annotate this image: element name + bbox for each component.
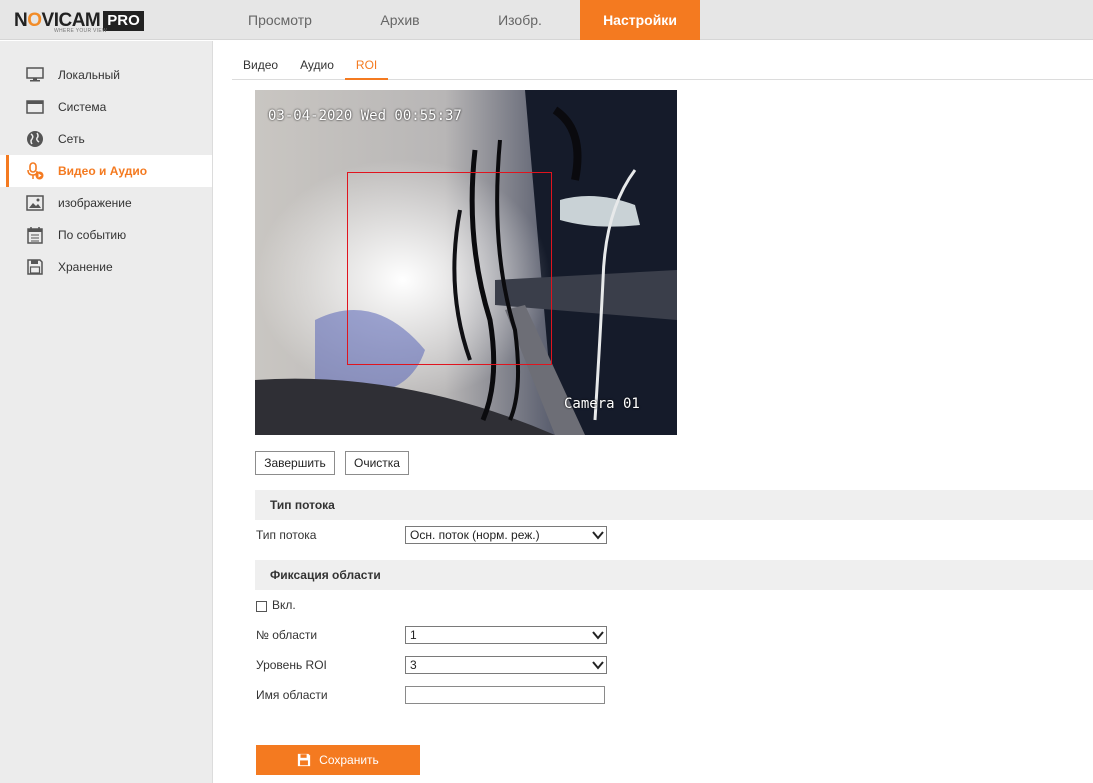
content-area: Видео Аудио ROI 03-04-2020 Wed 00:55:37 … <box>214 41 1093 783</box>
sub-tabs: Видео Аудио ROI <box>232 51 1093 80</box>
sidebar: Локальный Система Сеть Видео и Аудио изо… <box>0 41 213 783</box>
sidebar-item-system[interactable]: Система <box>0 91 212 123</box>
enable-checkbox[interactable] <box>256 601 267 612</box>
region-number-label: № области <box>256 628 318 642</box>
stream-type-label: Тип потока <box>256 528 317 542</box>
sidebar-item-local[interactable]: Локальный <box>0 59 212 91</box>
monitor-icon <box>26 66 44 84</box>
sidebar-item-event[interactable]: По событию <box>0 219 212 251</box>
enable-label: Вкл. <box>272 598 296 612</box>
nav-view[interactable]: Просмотр <box>220 0 340 40</box>
region-name-input[interactable] <box>405 686 605 704</box>
tab-roi[interactable]: ROI <box>344 51 389 80</box>
sidebar-item-label: Система <box>58 100 107 114</box>
window-icon <box>26 98 44 116</box>
tab-audio[interactable]: Аудио <box>289 51 345 79</box>
sidebar-item-label: Локальный <box>58 68 120 82</box>
top-bar: NOVICAM PRO WHERE YOUR VIEW Просмотр Арх… <box>0 0 1093 40</box>
save-button-label: Сохранить <box>319 753 379 767</box>
sidebar-item-label: Видео и Аудио <box>58 164 148 178</box>
chevron-down-icon <box>592 631 604 640</box>
nav-image[interactable]: Изобр. <box>460 0 580 40</box>
region-name-label: Имя области <box>256 688 328 702</box>
roi-level-select[interactable]: 3 <box>405 656 607 674</box>
osd-datetime: 03-04-2020 Wed 00:55:37 <box>268 108 462 124</box>
sidebar-item-label: Сеть <box>58 132 85 146</box>
region-number-select[interactable]: 1 <box>405 626 607 644</box>
floppy-icon <box>26 258 44 276</box>
novicam-logo: NOVICAM PRO WHERE YOUR VIEW <box>14 10 144 34</box>
save-button[interactable]: Сохранить <box>256 745 420 775</box>
sidebar-item-label: изображение <box>58 196 132 210</box>
video-preview[interactable]: 03-04-2020 Wed 00:55:37 Camera 01 <box>255 90 677 435</box>
tab-video[interactable]: Видео <box>232 51 289 79</box>
stream-type-value: Осн. поток (норм. реж.) <box>410 528 540 542</box>
finish-button[interactable]: Завершить <box>255 451 335 475</box>
chevron-down-icon <box>592 531 604 540</box>
stream-type-section-title: Тип потока <box>255 490 1093 520</box>
nav-archive[interactable]: Архив <box>340 0 460 40</box>
sidebar-item-network[interactable]: Сеть <box>0 123 212 155</box>
roi-level-label: Уровень ROI <box>256 658 327 672</box>
sidebar-item-label: По событию <box>58 228 127 242</box>
main-nav: Просмотр Архив Изобр. Настройки <box>220 0 700 40</box>
region-number-value: 1 <box>410 628 417 642</box>
roi-level-value: 3 <box>410 658 417 672</box>
sidebar-item-video-audio[interactable]: Видео и Аудио <box>0 155 212 187</box>
roi-region-box[interactable] <box>347 172 552 365</box>
osd-camera-name: Camera 01 <box>564 396 640 412</box>
globe-icon <box>26 130 44 148</box>
clear-button[interactable]: Очистка <box>345 451 409 475</box>
nav-settings[interactable]: Настройки <box>580 0 700 40</box>
chevron-down-icon <box>592 661 604 670</box>
sidebar-item-label: Хранение <box>58 260 113 274</box>
mic-camera-icon <box>26 162 44 180</box>
region-fix-section-title: Фиксация области <box>255 560 1093 590</box>
floppy-icon <box>298 753 311 767</box>
calendar-icon <box>26 226 44 244</box>
stream-type-select[interactable]: Осн. поток (норм. реж.) <box>405 526 607 544</box>
sidebar-item-image[interactable]: изображение <box>0 187 212 219</box>
sidebar-item-storage[interactable]: Хранение <box>0 251 212 283</box>
image-icon <box>26 194 44 212</box>
